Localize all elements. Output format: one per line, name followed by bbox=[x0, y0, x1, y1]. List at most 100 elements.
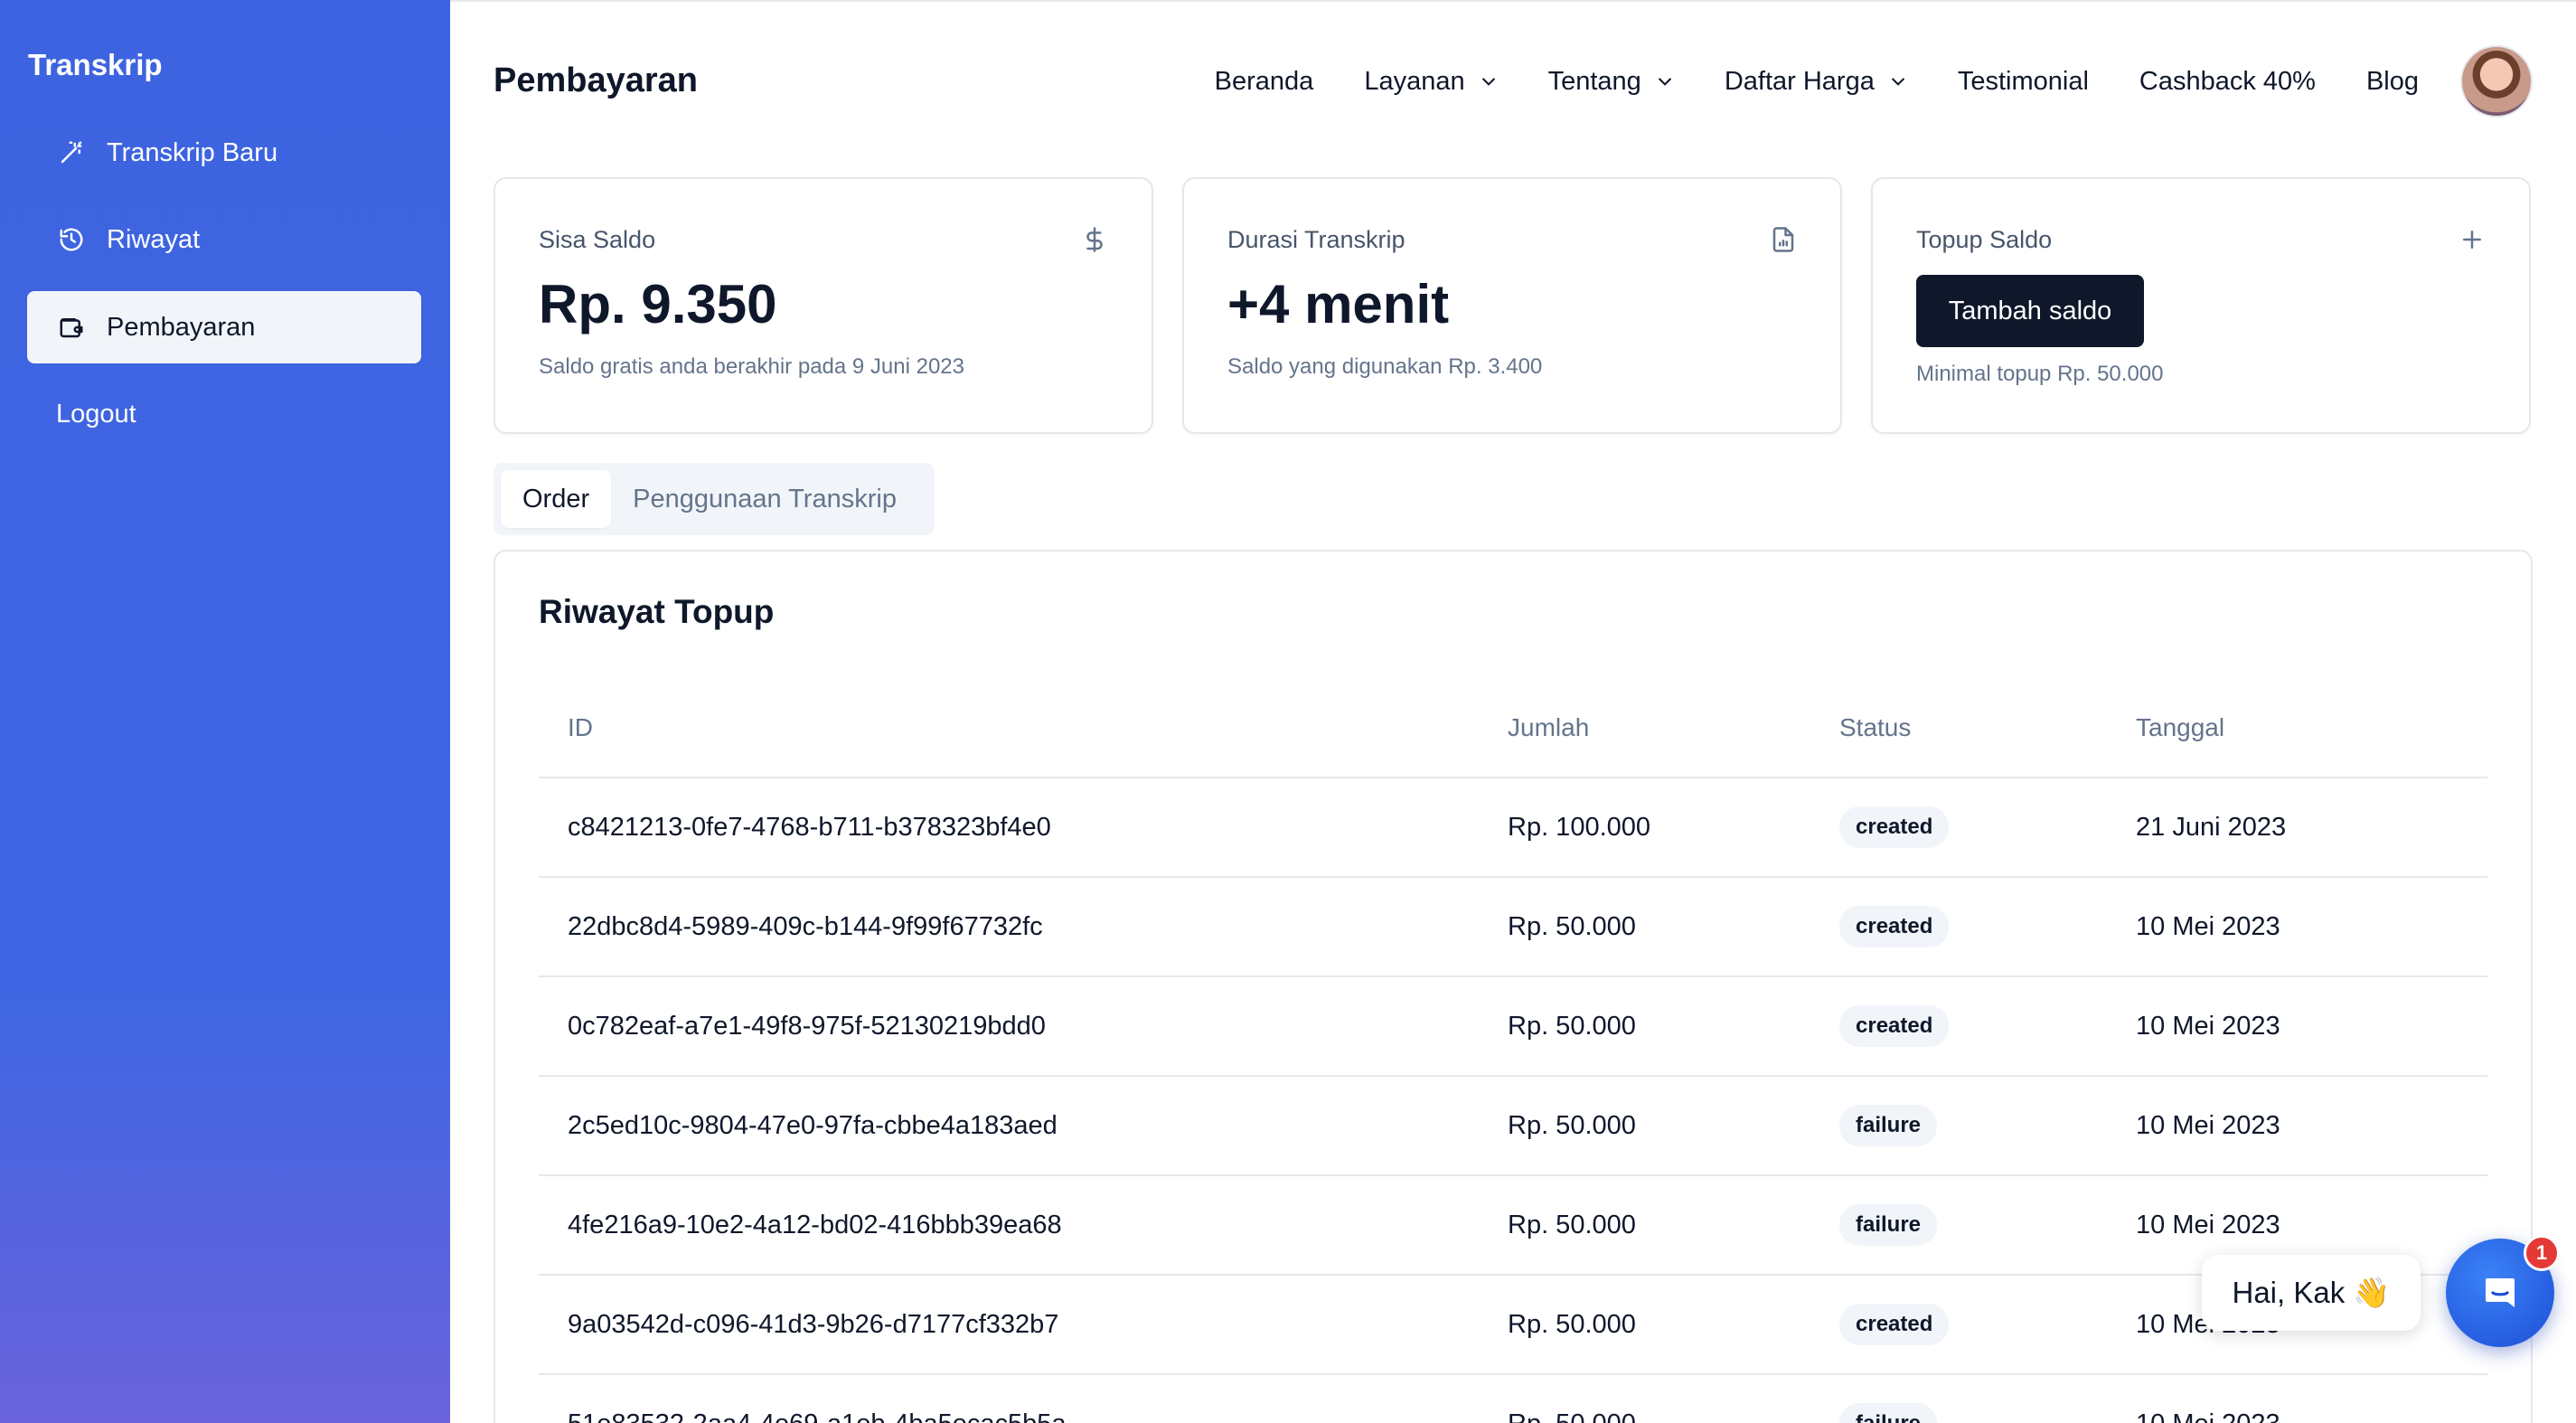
nav-beranda[interactable]: Beranda bbox=[1215, 67, 1314, 97]
main-content: Pembayaran Beranda Layanan Tentang Dafta… bbox=[450, 0, 2576, 1423]
chevron-down-icon bbox=[1658, 78, 1671, 86]
cell-id: 4fe216a9-10e2-4a12-bd02-416bbb39ea68 bbox=[539, 1175, 1508, 1276]
card-label: Topup Saldo bbox=[1916, 226, 2053, 253]
status-badge: failure bbox=[1839, 1204, 1938, 1246]
cell-jumlah: Rp. 50.000 bbox=[1508, 1275, 1839, 1375]
balance-note: Saldo gratis anda berakhir pada 9 Juni 2… bbox=[539, 354, 964, 379]
card-durasi-transkrip: Durasi Transkrip +4 menit Saldo yang dig… bbox=[1182, 177, 1842, 434]
table-row: 4fe216a9-10e2-4a12-bd02-416bbb39ea68 Rp.… bbox=[539, 1175, 2487, 1276]
balance-value: Rp. 9.350 bbox=[539, 274, 777, 335]
sidebar-item-riwayat[interactable]: Riwayat bbox=[27, 203, 421, 276]
status-badge: created bbox=[1839, 906, 1950, 947]
status-badge: created bbox=[1839, 1005, 1950, 1047]
sidebar-item-pembayaran[interactable]: Pembayaran bbox=[27, 291, 421, 363]
column-header-tanggal: Tanggal bbox=[2136, 678, 2487, 778]
sidebar-item-label: Pembayaran bbox=[107, 312, 256, 342]
cell-status: created bbox=[1839, 1275, 2136, 1375]
cell-status: failure bbox=[1839, 1076, 2136, 1176]
cell-status: failure bbox=[1839, 1175, 2136, 1276]
cell-tanggal: 21 Juni 2023 bbox=[2136, 777, 2487, 878]
cell-jumlah: Rp. 100.000 bbox=[1508, 777, 1839, 878]
dollar-icon bbox=[1086, 227, 1103, 252]
avatar[interactable] bbox=[2460, 45, 2533, 118]
sidebar-item-label: Logout bbox=[56, 399, 136, 429]
cell-tanggal: 10 Mei 2023 bbox=[2136, 976, 2487, 1077]
nav-label: Beranda bbox=[1214, 66, 1314, 96]
app: Transkrip Transkrip Baru Riwayat Pembaya… bbox=[0, 0, 2576, 1423]
cell-id: c8421213-0fe7-4768-b711-b378323bf4e0 bbox=[539, 777, 1508, 878]
column-header-jumlah: Jumlah bbox=[1508, 678, 1839, 778]
nav-label: Cashback 40% bbox=[2139, 66, 2316, 96]
cell-status: created bbox=[1839, 777, 2136, 878]
sidebar-item-label: Riwayat bbox=[107, 224, 201, 254]
history-icon bbox=[56, 224, 87, 255]
nav-cashback[interactable]: Cashback 40% bbox=[2139, 67, 2316, 97]
nav-label: Daftar Harga bbox=[1724, 66, 1875, 96]
file-audio-icon bbox=[1772, 227, 1794, 252]
nav-label: Tentang bbox=[1547, 66, 1641, 96]
sidebar-item-logout[interactable]: Logout bbox=[27, 378, 421, 450]
tab-list: Order Penggunaan Transkrip bbox=[494, 463, 935, 535]
cell-id: 9a03542d-c096-41d3-9b26-d7177cf332b7 bbox=[539, 1275, 1508, 1375]
cell-status: failure bbox=[1839, 1374, 2136, 1423]
table-row: 51e83532-2aa4-4e69-a1eb-4ba5ecac5b5a Rp.… bbox=[539, 1374, 2487, 1423]
card-label: Sisa Saldo bbox=[539, 226, 656, 253]
nav-label: Blog bbox=[2365, 66, 2419, 96]
card-topup-saldo: Topup Saldo Tambah saldo Minimal topup R… bbox=[1871, 177, 2531, 434]
status-badge: failure bbox=[1839, 1403, 1938, 1423]
duration-value: +4 menit bbox=[1227, 274, 1450, 335]
table-row: 2c5ed10c-9804-47e0-97fa-cbbe4a183aed Rp.… bbox=[539, 1076, 2487, 1176]
cell-jumlah: Rp. 50.000 bbox=[1508, 877, 1839, 977]
sidebar-item-label: Transkrip Baru bbox=[107, 137, 278, 167]
section-title: Riwayat Topup bbox=[539, 593, 775, 630]
duration-note: Saldo yang digunakan Rp. 3.400 bbox=[1227, 354, 1543, 379]
table-row: 0c782eaf-a7e1-49f8-975f-52130219bdd0 Rp.… bbox=[539, 976, 2487, 1077]
nav-blog[interactable]: Blog bbox=[2366, 67, 2419, 97]
notification-badge: 1 bbox=[2524, 1235, 2560, 1271]
cell-status: created bbox=[1839, 877, 2136, 977]
cell-jumlah: Rp. 50.000 bbox=[1508, 1076, 1839, 1176]
tab-penggunaan-transkrip[interactable]: Penggunaan Transkrip bbox=[611, 470, 918, 528]
brand-title: Transkrip bbox=[28, 48, 163, 81]
topup-note: Minimal topup Rp. 50.000 bbox=[1916, 362, 2164, 386]
nav-label: Layanan bbox=[1364, 66, 1465, 96]
magic-wand-icon bbox=[56, 137, 87, 168]
cell-id: 2c5ed10c-9804-47e0-97fa-cbbe4a183aed bbox=[539, 1076, 1508, 1176]
chat-icon bbox=[2486, 1278, 2515, 1307]
cell-status: created bbox=[1839, 976, 2136, 1077]
tab-order[interactable]: Order bbox=[501, 470, 612, 528]
status-badge: created bbox=[1839, 1304, 1950, 1345]
cell-id: 22dbc8d4-5989-409c-b144-9f99f67732fc bbox=[539, 877, 1508, 977]
cell-tanggal: 10 Mei 2023 bbox=[2136, 1076, 2487, 1176]
sidebar-item-transkrip-baru[interactable]: Transkrip Baru bbox=[27, 117, 421, 189]
cell-jumlah: Rp. 50.000 bbox=[1508, 1374, 1839, 1423]
nav-layanan[interactable]: Layanan bbox=[1364, 67, 1497, 97]
chevron-down-icon bbox=[1481, 78, 1495, 86]
nav-label: Testimonial bbox=[1957, 66, 2089, 96]
cell-jumlah: Rp. 50.000 bbox=[1508, 1175, 1839, 1276]
card-sisa-saldo: Sisa Saldo Rp. 9.350 Saldo gratis anda b… bbox=[494, 177, 1153, 434]
nav-tentang[interactable]: Tentang bbox=[1548, 67, 1674, 97]
chevron-down-icon bbox=[1891, 78, 1904, 86]
sidebar: Transkrip Transkrip Baru Riwayat Pembaya… bbox=[0, 0, 450, 1423]
table-row: 22dbc8d4-5989-409c-b144-9f99f67732fc Rp.… bbox=[539, 877, 2487, 977]
card-label: Durasi Transkrip bbox=[1227, 226, 1406, 253]
table-row: 9a03542d-c096-41d3-9b26-d7177cf332b7 Rp.… bbox=[539, 1275, 2487, 1375]
nav-testimonial[interactable]: Testimonial bbox=[1958, 67, 2089, 97]
column-header-status: Status bbox=[1839, 678, 2136, 778]
page-title: Pembayaran bbox=[494, 61, 699, 99]
nav-daftar-harga[interactable]: Daftar Harga bbox=[1725, 67, 1907, 97]
tambah-saldo-button[interactable]: Tambah saldo bbox=[1916, 275, 2144, 347]
cell-id: 51e83532-2aa4-4e69-a1eb-4ba5ecac5b5a bbox=[539, 1374, 1508, 1423]
plus-icon[interactable] bbox=[2458, 226, 2486, 253]
cell-tanggal: 10 Mei 2023 bbox=[2136, 877, 2487, 977]
table-header-row: ID Jumlah Status Tanggal bbox=[539, 678, 2487, 778]
chat-greeting-bubble[interactable]: Hai, Kak 👋 bbox=[2202, 1255, 2421, 1331]
topup-table: ID Jumlah Status Tanggal c8421213-0fe7-4… bbox=[539, 678, 2487, 1423]
cell-jumlah: Rp. 50.000 bbox=[1508, 976, 1839, 1077]
cell-id: 0c782eaf-a7e1-49f8-975f-52130219bdd0 bbox=[539, 976, 1508, 1077]
wallet-icon bbox=[56, 312, 87, 343]
top-navigation: Beranda Layanan Tentang Daftar Harga Tes… bbox=[1215, 42, 2576, 121]
table-row: c8421213-0fe7-4768-b711-b378323bf4e0 Rp.… bbox=[539, 777, 2487, 878]
status-badge: created bbox=[1839, 806, 1950, 848]
